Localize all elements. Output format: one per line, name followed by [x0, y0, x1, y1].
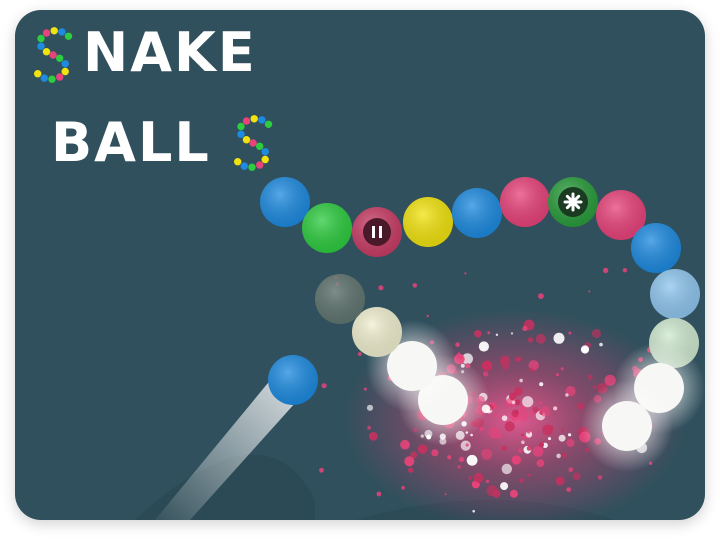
title-dotted-s-bottom	[234, 115, 273, 171]
title-dot	[48, 75, 56, 83]
title-dot	[50, 27, 58, 35]
title-dot	[256, 161, 264, 169]
game-canvas[interactable]	[15, 10, 705, 520]
title-dot	[58, 28, 66, 36]
title-dot	[42, 29, 51, 37]
title-dot	[61, 67, 69, 76]
title-dot	[42, 48, 51, 56]
snake-ball	[302, 203, 352, 253]
title-line-1: NAKE	[83, 21, 257, 84]
snake-ball	[352, 207, 402, 257]
title-dot	[242, 117, 251, 125]
snake-ball	[631, 223, 681, 273]
title-dot	[242, 136, 251, 144]
snake-ball	[403, 197, 453, 247]
pause-icon	[363, 218, 391, 246]
title-dot	[256, 142, 264, 150]
title-dot	[40, 74, 48, 82]
title-line-2: BALL	[51, 111, 211, 174]
title-dot	[61, 60, 69, 68]
title-dot	[49, 51, 57, 59]
title-dot	[234, 158, 242, 166]
snake-ball	[650, 269, 700, 319]
title-dot	[250, 115, 258, 123]
title-dotted-s-top	[34, 27, 73, 83]
snake-ball	[500, 177, 550, 227]
game-screen[interactable]: NAKE BALL	[15, 10, 705, 520]
shooter-ball[interactable]	[268, 355, 318, 405]
title-dot	[37, 34, 45, 43]
snake-ball	[260, 177, 310, 227]
title-dot	[64, 32, 73, 40]
title-dot	[34, 70, 42, 78]
snake-ball	[581, 380, 673, 472]
title-dot	[248, 163, 256, 171]
snake-ball	[452, 188, 502, 238]
title-dot	[237, 122, 245, 131]
title-dot	[261, 148, 269, 156]
title-dot	[237, 130, 245, 138]
title-dot	[261, 155, 269, 164]
title-dot	[56, 73, 64, 81]
snake-ball	[548, 177, 598, 227]
title-dot	[56, 54, 64, 62]
title-dot	[37, 42, 45, 50]
title-dot	[264, 120, 273, 128]
title-dot	[249, 139, 257, 147]
title-dot	[240, 162, 248, 170]
title-dot	[258, 116, 266, 124]
star-icon	[558, 187, 588, 217]
snake-ball	[315, 274, 365, 324]
